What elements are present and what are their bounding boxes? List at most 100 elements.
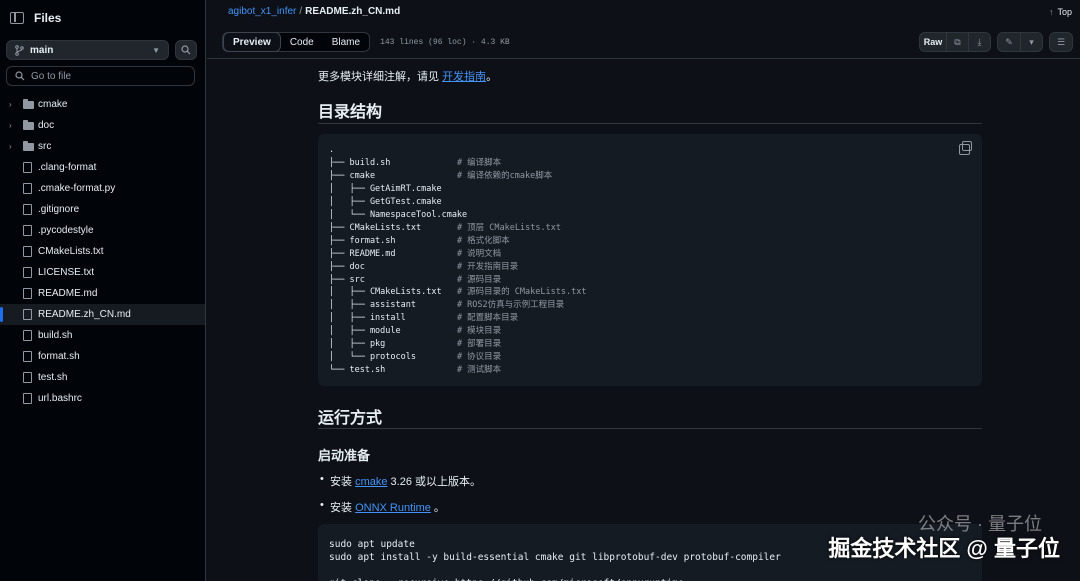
tree-item-format-sh[interactable]: format.sh [0,346,205,367]
code-text: │ ├── CMakeLists.txt [329,287,457,298]
arrow-up-icon: ↑ [1048,7,1054,17]
tree-item-label: test.sh [38,372,68,383]
intro-paragraph: 更多模块详细注解，请见 开发指南。 [318,68,497,84]
sidebar-header: Files [0,0,205,36]
code-text: │ ├── GetGTest.cmake [329,196,442,207]
tree-item-license[interactable]: LICENSE.txt [0,262,205,283]
pencil-icon[interactable]: ✎ [998,33,1020,51]
code-text: │ └── NamespaceTool.cmake [329,209,468,220]
tree-item-label: .clang-format [38,162,97,173]
code-line: │ ├── pkg # 部署目录 [329,338,982,351]
tree-item-label: README.md [38,288,98,299]
list-icon[interactable]: ☰ [1050,33,1072,51]
code-line: . [329,144,982,157]
tree-item-label: doc [38,120,55,131]
code-comment: # 源码目录的 CMakeLists.txt [456,287,587,298]
code-comment: # ROS2仿真与示例工程目录 [456,300,565,311]
edit-actions-group: ✎ ▾ [997,32,1043,52]
code-text: ├── src [329,274,457,285]
cmake-link[interactable]: cmake [355,476,387,488]
file-toolbar: Preview Code Blame 143 lines (96 loc) · … [222,31,1073,53]
tab-blame[interactable]: Blame [323,33,369,51]
heading-divider [318,123,982,124]
search-icon [15,71,25,81]
code-comment: # 编译依赖的cmake脚本 [456,170,553,181]
file-icon [23,225,32,236]
code-comment: # 部署目录 [456,339,502,350]
copy-icon[interactable] [959,141,972,155]
tree-item-clang-format[interactable]: .clang-format [0,157,205,178]
code-comment: # 源码目录 [456,274,502,285]
file-icon [23,309,32,320]
folder-icon [23,140,34,151]
code-line: git clone --recursive https://github.com… [329,577,982,581]
tree-item-cmakelists[interactable]: CMakeLists.txt [0,241,205,262]
tab-preview[interactable]: Preview [223,32,281,52]
code-text: ├── CMakeLists.txt [329,222,457,233]
tree-item-build-sh[interactable]: build.sh [0,325,205,346]
tree-item-readme-zh-cn[interactable]: README.zh_CN.md [0,304,205,325]
directory-tree-code: . ├── build.sh # 编译脚本 ├── cmake # 编译依赖的cma… [318,134,982,377]
code-line: │ └── protocols # 协议目录 [329,351,982,364]
code-text: │ ├── module [329,326,457,337]
breadcrumb-separator: / [299,6,303,17]
file-icon [23,183,32,194]
tree-item-test-sh[interactable]: test.sh [0,367,205,388]
file-icon [23,288,32,299]
tree-item-gitignore[interactable]: .gitignore [0,199,205,220]
code-line: │ ├── CMakeLists.txt # 源码目录的 CMakeLists.… [329,286,982,299]
code-text: │ └── protocols [329,352,457,363]
go-to-file-input[interactable]: Go to file [6,66,195,86]
code-comment: # 顶层 CMakeLists.txt [456,222,561,233]
collapse-sidebar-icon[interactable] [10,12,24,24]
code-comment: # 编译脚本 [456,157,502,168]
code-line: │ ├── GetGTest.cmake [329,196,982,209]
list-item-onnx: 安装 ONNX Runtime 。 [320,499,445,515]
tree-item-cmake[interactable]: › cmake [0,94,205,115]
tree-item-label: src [38,141,52,152]
back-to-top-link[interactable]: ↑ Top [1049,7,1072,17]
file-icon [23,267,32,278]
code-text: . [329,145,335,155]
heading-structure: 目录结构 [318,104,383,121]
bullet-text: 。 [430,502,445,514]
file-viewer: agibot_x1_infer / README.zh_CN.md ↑ Top Pr… [207,0,1080,581]
top-label: Top [1057,7,1072,17]
heading-run: 运行方式 [318,410,383,427]
raw-button[interactable]: Raw [920,33,946,51]
tree-item-src[interactable]: › src [0,136,205,157]
code-text: │ ├── pkg [329,339,457,350]
tree-item-url-bashrc[interactable]: url.bashrc [0,388,205,409]
file-icon [23,351,32,362]
tree-item-label: CMakeLists.txt [38,246,104,257]
tree-item-readme[interactable]: README.md [0,283,205,304]
branch-row: main ▼ [6,40,197,60]
tab-code[interactable]: Code [281,33,323,51]
tree-item-pycodestyle[interactable]: .pycodestyle [0,220,205,241]
bullet-text: 安装 [330,476,356,488]
file-icon [23,162,32,173]
branch-selector[interactable]: main ▼ [6,40,169,60]
search-button[interactable] [175,40,197,60]
intro-text: 更多模块详细注解，请见 [318,71,443,83]
tree-item-cmake-format[interactable]: .cmake-format.py [0,178,205,199]
code-line: ├── format.sh # 格式化脚本 [329,235,982,248]
chevron-down-icon[interactable]: ▾ [1020,33,1042,51]
breadcrumb-repo-link[interactable]: agibot_x1_infer [228,6,296,17]
file-tree: › cmake › doc › src .clang-format .cmake-fo… [0,94,205,409]
tree-item-label: README.zh_CN.md [38,309,131,320]
code-text: └── test.sh [329,365,457,376]
chevron-right-icon: › [9,100,12,109]
code-text: ├── cmake [329,170,457,181]
tree-item-doc[interactable]: › doc [0,115,205,136]
raw-actions-group: Raw ⧉ ⤓ [919,32,991,52]
dev-guide-link[interactable]: 开发指南 [442,71,486,83]
directory-tree-code-block: . ├── build.sh # 编译脚本 ├── cmake # 编译依赖的cma… [318,134,982,386]
onnx-runtime-link[interactable]: ONNX Runtime [355,502,431,514]
copy-raw-icon[interactable]: ⧉ [946,33,968,51]
sidebar-title: Files [34,11,62,25]
code-line: ├── README.md # 说明文档 [329,248,982,261]
code-line: │ ├── assistant # ROS2仿真与示例工程目录 [329,299,982,312]
code-comment: # 协议目录 [456,352,502,363]
download-icon[interactable]: ⤓ [968,33,990,51]
